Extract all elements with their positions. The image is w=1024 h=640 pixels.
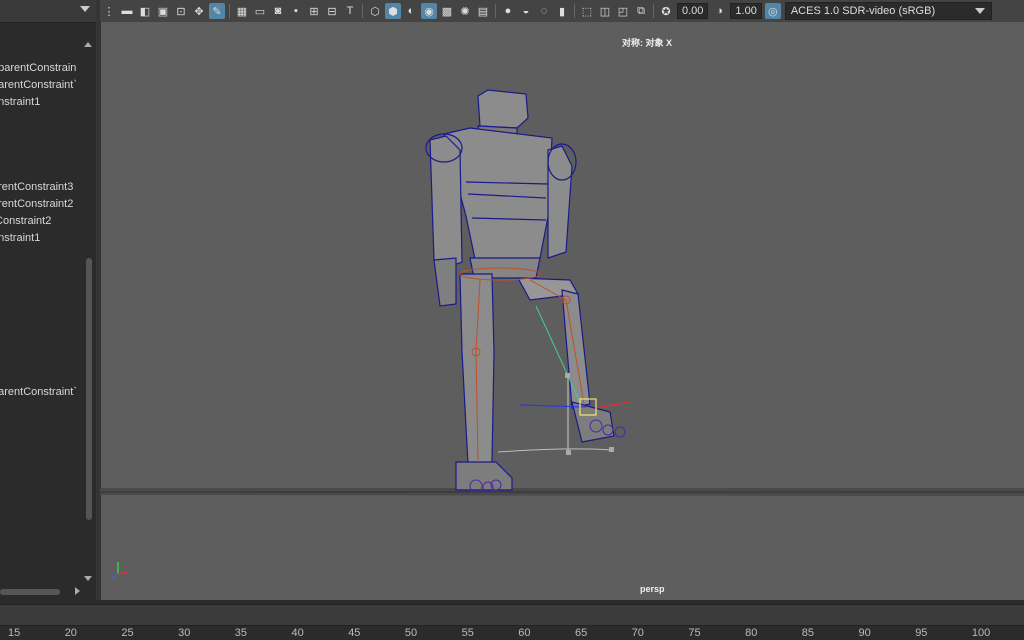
outliner-item[interactable]: tConstraint2 <box>0 215 51 227</box>
camera-name-label: persp <box>640 584 665 594</box>
lock-camera-icon[interactable]: ⊡ <box>173 3 189 19</box>
robot-right-foot[interactable] <box>571 401 615 443</box>
time-tick-label: 65 <box>575 627 588 639</box>
two-d-pan-icon[interactable]: ✥ <box>191 3 207 19</box>
scrollbar-thumb[interactable] <box>0 589 60 595</box>
robot-left-arm[interactable] <box>429 135 463 269</box>
exposure-icon[interactable]: ✪ <box>658 3 674 19</box>
time-slider-track[interactable] <box>0 604 1024 626</box>
outliner-item[interactable]: arentConstraint3 <box>0 181 73 193</box>
time-tick-label: 80 <box>745 627 758 639</box>
depth-of-field-icon[interactable]: ▮ <box>554 3 570 19</box>
robot-left-hand[interactable] <box>433 257 457 307</box>
time-tick-label: 45 <box>348 627 361 639</box>
symmetry-label: 对称: 对象 X <box>622 38 673 48</box>
resolution-gate-icon[interactable]: ◙ <box>270 3 286 19</box>
outliner-header[interactable] <box>0 0 96 23</box>
viewport-toolbar: ⋮ ▬ ◧ ▣ ⊡ ✥ ✎ ▦ ▭ ◙ ▪ ⊞ ⊟ T ⬡ ⬢ ◐ ◉ ▩ ✺ … <box>100 0 1024 23</box>
outliner-item[interactable]: arentConstraint2 <box>0 198 73 210</box>
time-tick-label: 60 <box>518 627 531 639</box>
safe-action-icon[interactable]: ⊟ <box>324 3 340 19</box>
time-tick-label: 50 <box>404 627 418 639</box>
wireframe-on-shaded-icon[interactable]: ◉ <box>421 3 437 19</box>
safe-title-icon[interactable]: T <box>342 3 358 19</box>
smooth-shade-icon[interactable]: ⬢ <box>385 3 401 19</box>
time-tick-label: 30 <box>178 627 191 639</box>
gamma-field[interactable]: 1.00 <box>730 3 762 19</box>
manipulator-point[interactable] <box>566 450 571 455</box>
xray-joints-icon[interactable]: ◰ <box>615 3 631 19</box>
time-tick-label: 85 <box>801 627 815 639</box>
scroll-down-icon[interactable] <box>84 576 92 581</box>
time-tick-label: 95 <box>915 627 928 639</box>
motion-blur-icon[interactable]: ◒ <box>518 3 534 19</box>
manipulator-point[interactable] <box>609 447 614 452</box>
default-material-icon[interactable]: ◐ <box>403 3 419 19</box>
grid-icon[interactable]: ▦ <box>234 3 250 19</box>
ik-arc <box>497 448 613 453</box>
toolbar-separator <box>574 4 575 18</box>
grease-pencil-icon[interactable]: ✎ <box>209 3 225 19</box>
xray-icon[interactable]: ◫ <box>597 3 613 19</box>
anti-aliasing-icon[interactable]: ◌ <box>536 3 552 19</box>
textured-icon[interactable]: ▩ <box>439 3 455 19</box>
wireframe-icon[interactable]: ⬡ <box>367 3 383 19</box>
time-tick-label: 70 <box>631 627 644 639</box>
isolate-select-icon[interactable]: ⬚ <box>579 3 595 19</box>
robot-right-arm[interactable] <box>547 145 573 259</box>
film-gate-icon[interactable]: ▭ <box>252 3 268 19</box>
outliner-item[interactable]: parentConstraint` <box>0 79 77 91</box>
time-tick-label: 20 <box>64 627 77 639</box>
scrollbar-thumb[interactable] <box>86 258 92 520</box>
field-chart-icon[interactable]: ⊞ <box>306 3 322 19</box>
toolbar-separator <box>229 4 230 18</box>
scroll-right-icon[interactable] <box>75 587 80 595</box>
shadows-icon[interactable]: ▤ <box>475 3 491 19</box>
robot-head[interactable] <box>477 89 529 129</box>
robot-left-foot[interactable] <box>455 461 513 491</box>
time-tick-label: 35 <box>234 627 248 639</box>
outliner-item[interactable]: parentConstraint` <box>0 386 77 398</box>
xray-active-components-icon[interactable]: ⧉ <box>633 3 649 19</box>
outliner-vertical-scrollbar[interactable] <box>85 40 93 585</box>
time-tick-label: 55 <box>461 627 474 639</box>
view-axis-gizmo <box>111 562 129 579</box>
toolbar-drag-handle-icon[interactable]: ⋮ <box>101 3 117 19</box>
scene-canvas[interactable] <box>100 22 1024 600</box>
time-tick-label: 100 <box>971 627 991 639</box>
outliner-item[interactable]: _parentConstrain <box>0 62 76 74</box>
time-tick-label: 40 <box>291 627 304 639</box>
camera-attributes-icon[interactable]: ▬ <box>119 3 135 19</box>
toolbar-separator <box>362 4 363 18</box>
time-tick-label: 15 <box>8 627 21 639</box>
camera-bookmark-icon[interactable]: ◧ <box>137 3 153 19</box>
time-tick-label: 25 <box>121 627 134 639</box>
outliner-item[interactable]: onstraint1 <box>0 232 40 244</box>
chevron-down-icon[interactable] <box>974 8 985 14</box>
gate-mask-icon[interactable]: ▪ <box>288 3 304 19</box>
outliner-item[interactable]: onstraint1 <box>0 96 40 108</box>
robot-left-leg[interactable] <box>459 273 495 465</box>
time-slider[interactable]: 15 20 25 30 35 40 45 50 55 60 65 70 75 80 85 90 95 100 <box>0 600 1024 640</box>
toolbar-separator <box>495 4 496 18</box>
chevron-down-icon[interactable] <box>80 6 90 12</box>
toolbar-separator <box>653 4 654 18</box>
time-tick-label: 90 <box>858 627 871 639</box>
view-transform-dropdown[interactable]: ACES 1.0 SDR-video (sRGB) <box>784 2 992 20</box>
manipulator-point[interactable] <box>565 373 570 378</box>
scroll-up-icon[interactable] <box>84 42 92 47</box>
ambient-occlusion-icon[interactable]: ● <box>500 3 516 19</box>
lights-icon[interactable]: ✺ <box>457 3 473 19</box>
color-management-icon[interactable]: ◎ <box>764 3 781 19</box>
robot-right-shin[interactable] <box>561 289 591 409</box>
image-plane-icon[interactable]: ▣ <box>155 3 171 19</box>
outliner-panel: _parentConstrain parentConstraint` onstrai… <box>0 0 96 600</box>
outliner-horizontal-scrollbar[interactable] <box>0 587 86 596</box>
z-axis-handle[interactable] <box>595 401 631 409</box>
exposure-field[interactable]: 0.00 <box>677 3 709 19</box>
time-tick-label: 75 <box>688 627 701 639</box>
robot-character[interactable] <box>425 89 615 491</box>
view-transform-label: ACES 1.0 SDR-video (sRGB) <box>790 5 936 17</box>
gamma-icon[interactable]: ◑ <box>711 3 727 19</box>
